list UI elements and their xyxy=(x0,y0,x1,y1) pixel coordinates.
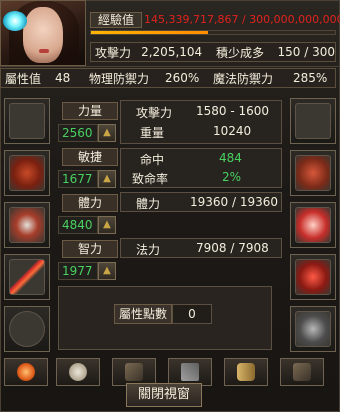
scroll-icon xyxy=(237,363,255,381)
armor-icon xyxy=(295,155,331,191)
mp-label: 法力 xyxy=(136,243,161,257)
attack-value: 2,205,104 xyxy=(141,45,203,59)
wrench-icon xyxy=(181,363,199,381)
exp-progress-bar xyxy=(90,30,336,35)
slot-boots[interactable] xyxy=(290,306,336,352)
toolbar-wrench-button[interactable] xyxy=(168,358,212,386)
exp-max: 300,000,000,000 xyxy=(249,13,340,26)
slot-bracelet[interactable] xyxy=(4,202,50,248)
crit-label: 致命率 xyxy=(132,172,169,186)
hp-value: 19360 / 19360 xyxy=(190,195,279,209)
exp-separator: / xyxy=(238,13,250,26)
glowing-gem-icon xyxy=(3,11,27,31)
slot-body[interactable] xyxy=(290,150,336,196)
vitality-increase-button[interactable]: ▲ xyxy=(98,216,116,234)
orb-icon xyxy=(17,363,35,381)
stat-vitality-label: 體力 xyxy=(62,194,118,212)
slot-gloves[interactable] xyxy=(290,202,336,248)
phys-def-value: 260% xyxy=(165,71,200,85)
toolbar-scroll-button[interactable] xyxy=(224,358,268,386)
attr-label: 屬性值 xyxy=(5,71,42,86)
toolbar-skull-button[interactable] xyxy=(56,358,100,386)
intelligence-increase-button[interactable]: ▲ xyxy=(98,262,116,280)
exp-progress-fill xyxy=(91,31,209,34)
slot-weapon[interactable] xyxy=(4,254,50,300)
magic-def-label: 魔法防禦力 xyxy=(213,71,274,86)
close-window-button[interactable]: 關閉視窗 xyxy=(126,383,202,407)
attr-value: 48 xyxy=(55,71,71,85)
mid-attack-value: 1580 - 1600 xyxy=(196,104,270,118)
gloves-icon xyxy=(295,207,331,243)
mp-value: 7908 / 7908 xyxy=(196,241,269,255)
slot-earrings[interactable] xyxy=(290,254,336,300)
stat-agility-label: 敏捷 xyxy=(62,148,118,166)
attribute-points-value: 0 xyxy=(172,304,212,324)
attribute-points-label: 屬性點數 xyxy=(114,304,172,324)
toolbar-orb-button[interactable] xyxy=(4,358,48,386)
agility-increase-button[interactable]: ▲ xyxy=(98,170,116,188)
stat-vitality-value: 4840 xyxy=(58,216,98,234)
row-attr-defense: 屬性值 48 物理防禦力 260% 魔法防禦力 285% xyxy=(0,68,336,88)
slot-ring-left[interactable] xyxy=(4,306,50,352)
slot-necklace[interactable] xyxy=(4,150,50,196)
toolbar-left-button[interactable] xyxy=(112,358,156,386)
phys-def-label: 物理防禦力 xyxy=(89,71,150,86)
helmet-slot-icon xyxy=(9,103,45,139)
toolbar-right-button[interactable] xyxy=(280,358,324,386)
character-portrait xyxy=(0,0,86,66)
emblem-icon xyxy=(125,363,143,381)
slot-helmet[interactable] xyxy=(4,98,50,144)
weapon-icon xyxy=(9,259,45,295)
hp-label: 體力 xyxy=(136,197,161,211)
lip-art xyxy=(39,49,49,53)
row-attack-accum: 攻擊力 2,205,104 積少成多 150 / 300 xyxy=(90,42,336,62)
hit-label: 命中 xyxy=(140,153,165,167)
accum-label: 積少成多 xyxy=(216,45,265,60)
earrings-icon xyxy=(295,259,331,295)
mid-weight-label: 重量 xyxy=(140,126,165,140)
stat-strength-value: 2560 xyxy=(58,124,98,142)
hit-value: 484 xyxy=(219,151,242,165)
stat-intelligence-value: 1977 xyxy=(58,262,98,280)
accum-value: 150 / 300 xyxy=(277,45,335,59)
exp-current: 145,339,717,867 xyxy=(144,13,239,26)
face-art xyxy=(23,7,63,63)
bracelet-icon xyxy=(9,207,45,243)
slot-armor[interactable] xyxy=(290,98,336,144)
header-divider xyxy=(0,66,340,67)
mid-attack-label: 攻擊力 xyxy=(136,106,173,120)
skull-icon xyxy=(69,363,87,381)
crit-value: 2% xyxy=(222,170,242,184)
ring-slot-icon xyxy=(9,311,45,347)
stat-intelligence-label: 智力 xyxy=(62,240,118,258)
exp-value: 145,339,717,867 / 300,000,000,000 xyxy=(144,12,340,28)
boots-icon xyxy=(295,311,331,347)
mid-weight-value: 10240 xyxy=(213,124,252,138)
strength-increase-button[interactable]: ▲ xyxy=(98,124,116,142)
stat-strength-label: 力量 xyxy=(62,102,118,120)
stat-agility-value: 1677 xyxy=(58,170,98,188)
exp-label: 經驗值 xyxy=(90,12,142,28)
attack-label: 攻擊力 xyxy=(95,45,132,60)
magic-def-value: 285% xyxy=(293,71,328,85)
necklace-icon xyxy=(9,155,45,191)
armor-slot-icon xyxy=(295,103,331,139)
emblem-icon xyxy=(293,363,311,381)
